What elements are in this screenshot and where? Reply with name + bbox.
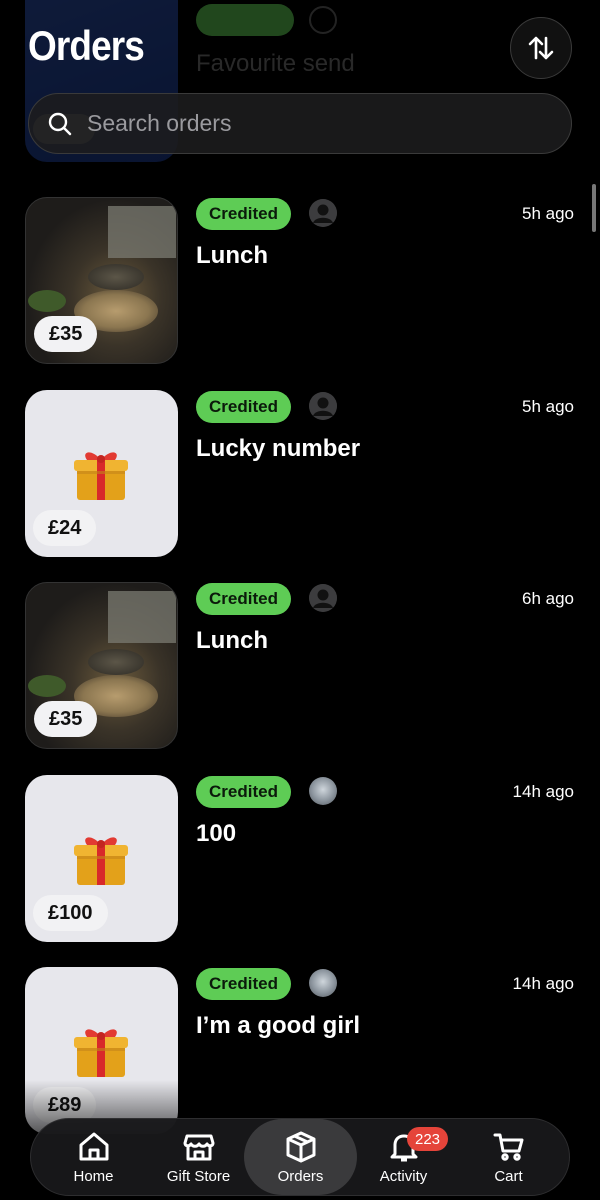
food-photo-detail	[28, 290, 66, 312]
gift-icon	[74, 837, 128, 885]
order-thumbnail: £35	[25, 582, 178, 749]
tab-label: Cart	[494, 1167, 523, 1185]
default-avatar-icon	[309, 392, 337, 420]
avatar[interactable]	[309, 392, 337, 420]
order-row[interactable]: £24 Credited 5h ago Lucky number	[25, 390, 585, 558]
food-photo-detail	[88, 264, 144, 290]
search-icon	[48, 112, 72, 135]
tab-label: Activity	[379, 1167, 428, 1185]
timestamp: 5h ago	[522, 204, 574, 223]
tab-label: Home	[73, 1167, 114, 1185]
timestamp: 5h ago	[522, 397, 574, 416]
price-pill: £35	[34, 316, 98, 352]
gift-icon	[74, 1029, 128, 1077]
avatar	[309, 6, 337, 34]
box-icon	[286, 1131, 315, 1162]
status-badge: Credited	[196, 968, 291, 1000]
tab-cart[interactable]: Cart	[456, 1119, 561, 1195]
status-badge	[196, 4, 294, 36]
home-icon	[79, 1132, 108, 1160]
food-photo-detail	[108, 206, 176, 258]
notification-count-badge: 223	[407, 1127, 449, 1151]
status-badge: Credited	[196, 583, 291, 615]
status-badge: Credited	[196, 198, 291, 230]
default-avatar-icon	[309, 199, 337, 227]
food-photo-detail	[108, 591, 176, 643]
order-title: I’m a good girl	[196, 1012, 361, 1039]
default-avatar-icon	[309, 584, 337, 612]
order-title: Lucky number	[196, 435, 361, 462]
scrollbar[interactable]	[592, 184, 596, 232]
avatar[interactable]	[309, 199, 337, 227]
tab-activity[interactable]: Activity 223	[351, 1119, 456, 1195]
order-thumbnail: £35	[25, 197, 178, 364]
tab-home[interactable]: Home	[41, 1119, 146, 1195]
order-row[interactable]: £100 Credited 14h ago 100	[25, 775, 585, 943]
tab-orders[interactable]: Orders	[244, 1119, 357, 1195]
avatar[interactable]	[309, 584, 337, 612]
tab-label: Gift Store	[166, 1167, 231, 1185]
order-row[interactable]: £35 Credited 6h ago Lunch	[25, 582, 585, 750]
order-row[interactable]: £35 Credited 5h ago Lunch	[25, 197, 585, 365]
page-title: Orders	[28, 22, 145, 69]
store-icon	[183, 1134, 214, 1160]
search-input[interactable]	[85, 109, 529, 138]
avatar[interactable]	[309, 969, 337, 997]
bottom-tab-bar: Home Gift Store Orders Activity 223 Cart	[30, 1118, 570, 1196]
gift-icon	[74, 452, 128, 500]
price-pill: £100	[33, 895, 108, 931]
order-thumbnail: £24	[25, 390, 178, 557]
search-bar[interactable]	[28, 93, 572, 154]
sort-button[interactable]	[510, 17, 572, 79]
price-pill: £35	[34, 701, 98, 737]
price-pill: £24	[33, 510, 97, 546]
tab-gift-store[interactable]: Gift Store	[146, 1119, 251, 1195]
timestamp: 6h ago	[522, 589, 574, 608]
order-title: Lunch	[196, 242, 268, 269]
food-photo-detail	[88, 649, 144, 675]
order-title: Favourite send	[196, 50, 355, 77]
food-photo-detail	[28, 675, 66, 697]
sort-arrows-icon	[528, 36, 554, 60]
status-badge: Credited	[196, 391, 291, 423]
timestamp: 14h ago	[512, 974, 574, 993]
timestamp: 14h ago	[512, 782, 574, 801]
order-thumbnail: £100	[25, 775, 178, 942]
status-badge: Credited	[196, 776, 291, 808]
avatar[interactable]	[309, 777, 337, 805]
order-title: Lunch	[196, 627, 268, 654]
order-title: 100	[196, 820, 237, 847]
tab-label: Orders	[277, 1167, 324, 1185]
cart-icon	[493, 1133, 523, 1161]
